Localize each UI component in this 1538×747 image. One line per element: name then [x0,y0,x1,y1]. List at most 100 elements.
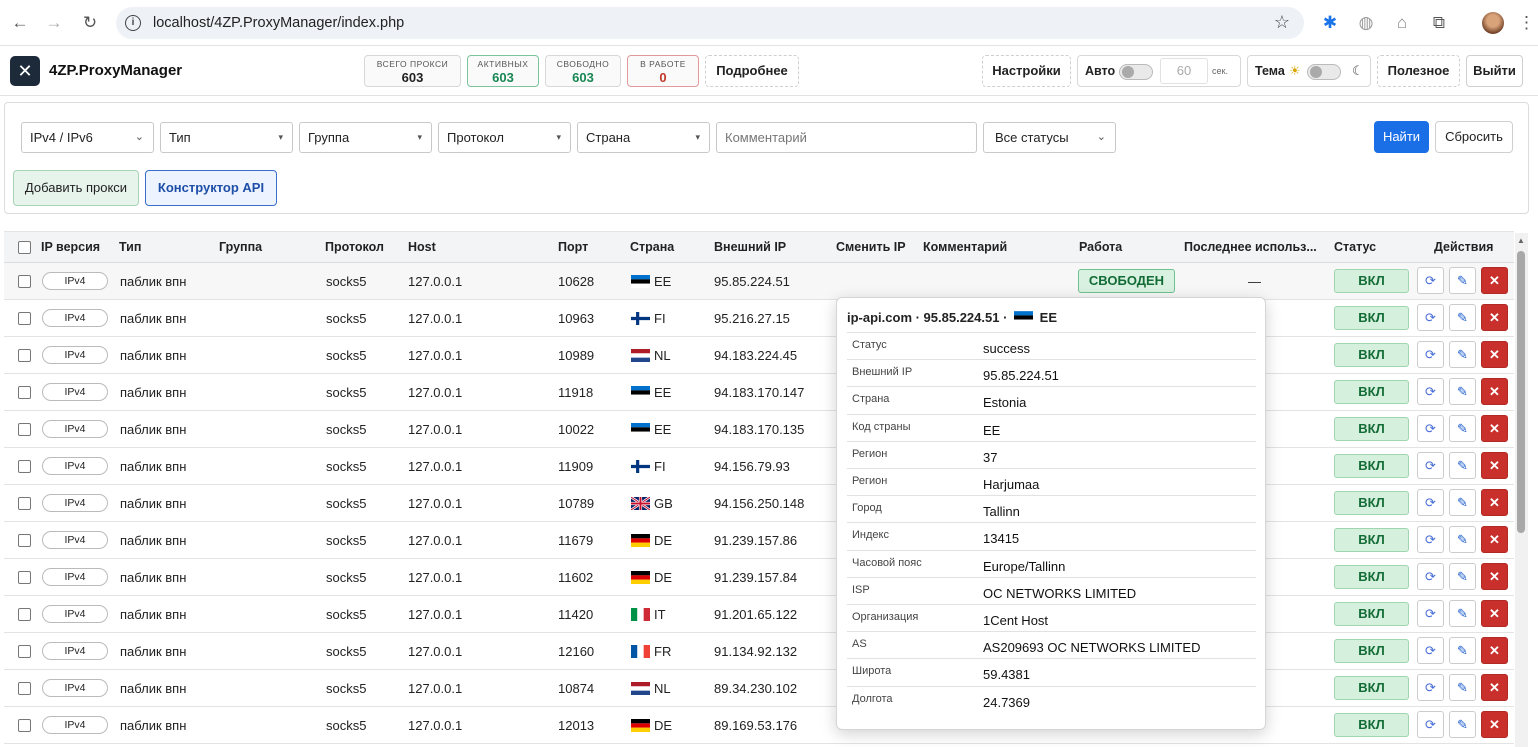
refresh-icon[interactable]: ⟳ [1417,674,1444,701]
th-lastused[interactable]: Последнее использ... [1184,240,1317,254]
refresh-icon[interactable]: ⟳ [1417,563,1444,590]
forward-icon[interactable]: → [42,11,66,35]
delete-close-icon[interactable]: ✕ [1481,304,1508,331]
delete-close-icon[interactable]: ✕ [1481,711,1508,738]
status-toggle-badge[interactable]: ВКЛ [1334,565,1409,589]
home-extension-icon[interactable]: ⌂ [1390,11,1414,35]
row-checkbox[interactable] [18,645,31,658]
delete-close-icon[interactable]: ✕ [1481,563,1508,590]
edit-pencil-icon[interactable]: ✎ [1449,304,1476,331]
bookmark-star-icon[interactable]: ☆ [1274,12,1290,33]
th-comment[interactable]: Комментарий [923,240,1007,254]
delete-close-icon[interactable]: ✕ [1481,415,1508,442]
th-work[interactable]: Работа [1079,240,1122,254]
site-info-icon[interactable]: i [125,15,141,31]
delete-close-icon[interactable]: ✕ [1481,489,1508,516]
globe-extension-icon[interactable]: ◍ [1354,11,1378,35]
add-proxy-button[interactable]: Добавить прокси [13,170,139,206]
reload-icon[interactable]: ↻ [78,11,102,35]
delete-close-icon[interactable]: ✕ [1481,600,1508,627]
edit-pencil-icon[interactable]: ✎ [1449,711,1476,738]
status-toggle-badge[interactable]: ВКЛ [1334,269,1409,293]
row-checkbox[interactable] [18,386,31,399]
cell-ext-ip[interactable]: 91.239.157.84 [714,570,797,585]
refresh-icon[interactable]: ⟳ [1417,267,1444,294]
profile-avatar[interactable] [1482,12,1504,34]
comment-input[interactable]: Комментарий [716,122,977,153]
auto-toggle[interactable] [1119,64,1153,80]
country-select[interactable]: Страна ▾ [577,122,710,153]
theme-toggle[interactable] [1307,64,1341,80]
delete-close-icon[interactable]: ✕ [1481,341,1508,368]
th-protocol[interactable]: Протокол [325,240,384,254]
th-changeip[interactable]: Сменить IP [836,240,906,254]
edit-pencil-icon[interactable]: ✎ [1449,452,1476,479]
th-status[interactable]: Статус [1334,240,1376,254]
row-checkbox[interactable] [18,349,31,362]
th-port[interactable]: Порт [558,240,588,254]
browser-menu-icon[interactable]: ⋮ [1518,11,1535,35]
useful-button[interactable]: Полезное [1377,55,1460,87]
cell-ext-ip[interactable]: 95.85.224.51 [714,274,790,289]
row-checkbox[interactable] [18,497,31,510]
row-checkbox[interactable] [18,275,31,288]
refresh-icon[interactable]: ⟳ [1417,304,1444,331]
th-host[interactable]: Host [408,240,436,254]
select-all-checkbox[interactable] [18,241,31,254]
cell-ext-ip[interactable]: 91.134.92.132 [714,644,797,659]
table-scrollbar[interactable]: ▲ [1515,233,1528,747]
status-toggle-badge[interactable]: ВКЛ [1334,528,1409,552]
row-checkbox[interactable] [18,571,31,584]
cell-ext-ip[interactable]: 94.183.224.45 [714,348,797,363]
row-checkbox[interactable] [18,719,31,732]
cell-ext-ip[interactable]: 94.156.250.148 [714,496,804,511]
status-toggle-badge[interactable]: ВКЛ [1334,602,1409,626]
row-checkbox[interactable] [18,534,31,547]
scrollbar-thumb[interactable] [1517,251,1525,533]
cell-ext-ip[interactable]: 94.156.79.93 [714,459,790,474]
extensions-icon[interactable]: ⧉ [1427,11,1451,35]
status-select[interactable]: Все статусы ⌄ [983,122,1116,153]
row-checkbox[interactable] [18,423,31,436]
th-country[interactable]: Страна [630,240,674,254]
cell-ext-ip[interactable]: 95.216.27.15 [714,311,790,326]
cell-ext-ip[interactable]: 89.169.53.176 [714,718,797,733]
refresh-icon[interactable]: ⟳ [1417,489,1444,516]
edit-pencil-icon[interactable]: ✎ [1449,674,1476,701]
edit-pencil-icon[interactable]: ✎ [1449,563,1476,590]
edit-pencil-icon[interactable]: ✎ [1449,378,1476,405]
auto-seconds-input[interactable]: 60 [1160,58,1208,84]
back-icon[interactable]: ← [8,11,32,35]
edit-pencil-icon[interactable]: ✎ [1449,526,1476,553]
refresh-icon[interactable]: ⟳ [1417,600,1444,627]
delete-close-icon[interactable]: ✕ [1481,637,1508,664]
status-toggle-badge[interactable]: ВКЛ [1334,491,1409,515]
delete-close-icon[interactable]: ✕ [1481,526,1508,553]
settings-button[interactable]: Настройки [982,55,1071,87]
edit-pencil-icon[interactable]: ✎ [1449,600,1476,627]
row-checkbox[interactable] [18,682,31,695]
edit-pencil-icon[interactable]: ✎ [1449,489,1476,516]
delete-close-icon[interactable]: ✕ [1481,452,1508,479]
api-builder-button[interactable]: Конструктор API [145,170,277,206]
status-toggle-badge[interactable]: ВКЛ [1334,343,1409,367]
protocol-select[interactable]: Протокол ▾ [438,122,571,153]
th-ipver[interactable]: IP версия [41,240,100,254]
status-toggle-badge[interactable]: ВКЛ [1334,713,1409,737]
refresh-icon[interactable]: ⟳ [1417,378,1444,405]
status-toggle-badge[interactable]: ВКЛ [1334,454,1409,478]
delete-close-icon[interactable]: ✕ [1481,267,1508,294]
th-group[interactable]: Группа [219,240,262,254]
scroll-up-icon[interactable]: ▲ [1517,236,1525,245]
cell-ext-ip[interactable]: 94.183.170.147 [714,385,804,400]
row-checkbox[interactable] [18,312,31,325]
refresh-icon[interactable]: ⟳ [1417,637,1444,664]
status-toggle-badge[interactable]: ВКЛ [1334,380,1409,404]
refresh-icon[interactable]: ⟳ [1417,341,1444,368]
address-bar[interactable]: i localhost/4ZP.ProxyManager/index.php ☆ [116,7,1304,39]
refresh-icon[interactable]: ⟳ [1417,526,1444,553]
type-select[interactable]: Тип ▾ [160,122,293,153]
refresh-icon[interactable]: ⟳ [1417,415,1444,442]
status-toggle-badge[interactable]: ВКЛ [1334,306,1409,330]
edit-pencil-icon[interactable]: ✎ [1449,415,1476,442]
